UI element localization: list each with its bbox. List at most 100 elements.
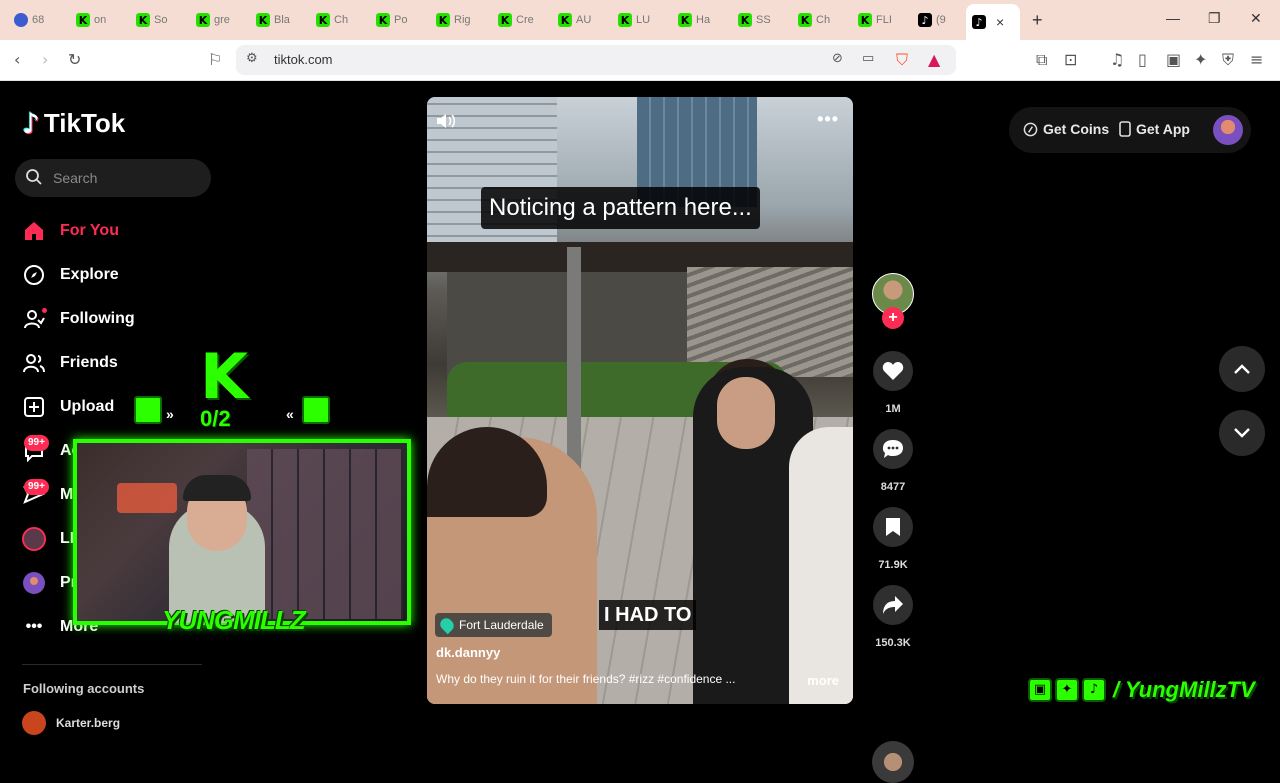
kick-favicon-icon: K bbox=[678, 13, 692, 27]
top-right-actions: Get Coins Get App bbox=[1009, 107, 1251, 153]
site-settings-icon[interactable]: ⚙ bbox=[246, 51, 258, 66]
extensions-icon[interactable]: ⧉ bbox=[1036, 50, 1047, 70]
location-tag[interactable]: Fort Lauderdale bbox=[435, 613, 552, 637]
bookmark-icon[interactable]: ⚐ bbox=[208, 50, 222, 69]
tab-search-icon[interactable]: ⊡ bbox=[1064, 50, 1077, 69]
following-accounts-title: Following accounts bbox=[23, 681, 145, 696]
get-app-button[interactable]: Get App bbox=[1119, 121, 1190, 137]
music-disc[interactable] bbox=[872, 741, 914, 783]
tiktok-logo[interactable]: ♪ TikTok bbox=[22, 107, 125, 140]
brave-shield-icon[interactable]: ⛉ bbox=[896, 50, 908, 70]
back-icon[interactable]: ‹ bbox=[14, 50, 20, 69]
social-handle: / YungMillzTV bbox=[1113, 677, 1255, 702]
kick-favicon-icon: K bbox=[618, 13, 632, 27]
nav-following[interactable]: Following bbox=[22, 304, 135, 334]
save-count: 71.9K bbox=[878, 559, 908, 571]
browser-tab[interactable]: K Po bbox=[370, 8, 426, 32]
kick-favicon-icon: K bbox=[136, 13, 150, 27]
get-coins-button[interactable]: Get Coins bbox=[1023, 121, 1109, 137]
streamer-cap bbox=[183, 475, 251, 501]
more-icon: ••• bbox=[25, 618, 43, 635]
nav-for-you[interactable]: For You bbox=[22, 216, 119, 246]
browser-tab[interactable]: K Bla bbox=[250, 8, 306, 32]
nav-live[interactable]: LI bbox=[22, 524, 74, 554]
brave-rewards-icon[interactable]: ▲ bbox=[928, 50, 940, 69]
browser-tab[interactable]: 68 bbox=[8, 8, 64, 32]
minimize-icon[interactable]: — bbox=[1166, 10, 1180, 26]
browser-tab-strip: 68 Kon K So Kgre K Bla K Ch K Po K Rig K Cre K AU K LU K Ha K… bbox=[0, 0, 1280, 40]
site-favicon-icon bbox=[14, 13, 28, 27]
browser-tab[interactable]: K So bbox=[130, 8, 186, 32]
wallet-icon[interactable]: ▣ bbox=[1166, 50, 1181, 69]
nav-friends[interactable]: Friends bbox=[22, 348, 118, 378]
tiktok-app: ♪ TikTok Search For You Explore Followin… bbox=[0, 81, 1280, 783]
follow-button[interactable]: + bbox=[882, 307, 904, 329]
browser-tab[interactable]: K AU bbox=[552, 8, 608, 32]
video-subtitle: I HAD TO bbox=[599, 600, 697, 630]
gift-icon bbox=[302, 396, 330, 424]
kick-favicon-icon: K bbox=[376, 13, 390, 27]
search-input[interactable]: Search bbox=[15, 159, 211, 197]
tab-title: Bla bbox=[274, 14, 290, 26]
address-bar[interactable]: ⚙ tiktok.com ⊘ ▭ ⛉ ▲ bbox=[236, 45, 956, 75]
messages-badge: 99+ bbox=[24, 479, 49, 495]
video-menu-icon[interactable]: ••• bbox=[817, 109, 839, 130]
browser-tab[interactable]: K FLI bbox=[852, 8, 908, 32]
volume-icon[interactable] bbox=[435, 111, 459, 131]
nav-label: For You bbox=[60, 222, 119, 239]
nav-label: Friends bbox=[60, 354, 118, 371]
browser-tab[interactable]: K Ha bbox=[672, 8, 728, 32]
browser-tab[interactable]: K Ch bbox=[310, 8, 366, 32]
new-tab-button[interactable]: + bbox=[1032, 10, 1043, 31]
menu-icon[interactable]: ≡ bbox=[1250, 50, 1263, 69]
browser-tab[interactable]: K Ch bbox=[792, 8, 848, 32]
browser-tab[interactable]: K Cre bbox=[492, 8, 548, 32]
video-player[interactable]: ••• Noticing a pattern here... I HAD TO … bbox=[427, 97, 853, 704]
cast-icon[interactable]: ▭ bbox=[862, 51, 874, 66]
no-camera-icon[interactable]: ⊘ bbox=[832, 51, 843, 66]
close-window-icon[interactable]: ✕ bbox=[1250, 10, 1262, 27]
nav-explore[interactable]: Explore bbox=[22, 260, 119, 290]
tab-title: Rig bbox=[454, 14, 471, 26]
share-button[interactable] bbox=[873, 585, 913, 625]
tab-title: FLI bbox=[876, 14, 892, 26]
user-avatar[interactable] bbox=[1213, 115, 1243, 145]
comment-icon bbox=[883, 440, 903, 458]
browser-tab[interactable]: K LU bbox=[612, 8, 668, 32]
comment-button[interactable] bbox=[873, 429, 913, 469]
video-author[interactable]: dk.dannyy bbox=[436, 645, 500, 660]
nav-upload[interactable]: Upload bbox=[22, 392, 114, 422]
kick-favicon-icon: K bbox=[196, 13, 210, 27]
leo-ai-icon[interactable]: ✦ bbox=[1194, 50, 1207, 69]
browser-tab[interactable]: ♪ (9 bbox=[912, 8, 968, 32]
tab-title: gre bbox=[214, 14, 230, 26]
next-video-button[interactable] bbox=[1219, 410, 1265, 456]
nav-profile[interactable]: Pr bbox=[22, 568, 77, 598]
share-count: 150.3K bbox=[875, 637, 911, 649]
chevron-up-icon bbox=[1234, 364, 1250, 374]
browser-tab[interactable]: K Rig bbox=[430, 8, 486, 32]
forward-icon[interactable]: › bbox=[42, 50, 48, 69]
video-scene bbox=[717, 377, 775, 449]
arrow-right-icon: » bbox=[166, 406, 174, 422]
sidebar-icon[interactable]: ▯ bbox=[1138, 50, 1147, 69]
description-more-link[interactable]: more bbox=[807, 673, 839, 688]
vpn-icon[interactable]: ⛨ bbox=[1222, 50, 1234, 70]
reload-icon[interactable]: ↻ bbox=[68, 50, 81, 69]
active-browser-tab[interactable]: ♪ × bbox=[966, 4, 1020, 40]
k-logo-overlay: K bbox=[200, 340, 249, 413]
close-tab-icon[interactable]: × bbox=[996, 14, 1004, 30]
restore-icon[interactable]: ❐ bbox=[1208, 10, 1221, 27]
browser-tab[interactable]: Kgre bbox=[190, 8, 246, 32]
following-account-item[interactable]: Karter.berg bbox=[22, 711, 120, 735]
browser-tab[interactable]: Kon bbox=[70, 8, 126, 32]
like-button[interactable] bbox=[873, 351, 913, 391]
save-button[interactable] bbox=[873, 507, 913, 547]
browser-tab[interactable]: K SS bbox=[732, 8, 788, 32]
heart-icon bbox=[882, 362, 904, 380]
previous-video-button[interactable] bbox=[1219, 346, 1265, 392]
tab-title: Ch bbox=[816, 14, 831, 26]
location-pin-icon bbox=[437, 615, 457, 635]
video-caption: Noticing a pattern here... bbox=[481, 187, 760, 229]
media-icon[interactable]: ♫ bbox=[1110, 50, 1124, 69]
